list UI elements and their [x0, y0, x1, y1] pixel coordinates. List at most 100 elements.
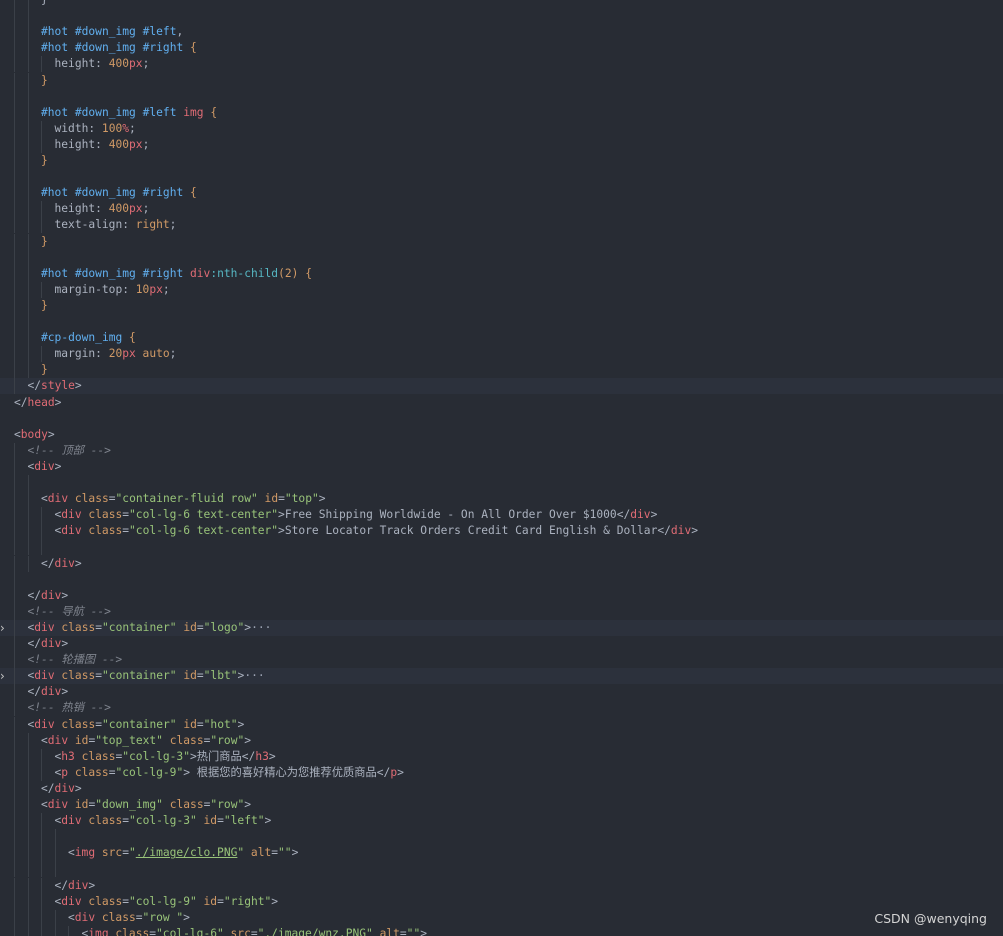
code-line[interactable]: <div class="col-lg-6 text-center">Free S… — [0, 507, 1003, 524]
code-line[interactable] — [0, 829, 1003, 846]
code-token: </ — [41, 556, 55, 570]
code-line[interactable] — [0, 411, 1003, 427]
code-line[interactable]: <div> — [0, 458, 1003, 475]
code-token: { — [122, 331, 136, 345]
indent-guide — [14, 668, 28, 685]
code-line[interactable]: } — [0, 233, 1003, 250]
code-token: margin — [54, 347, 96, 361]
code-token: { — [183, 41, 197, 55]
folded-ellipsis[interactable]: ··· — [244, 669, 264, 682]
indent-guide — [27, 909, 42, 926]
code-line[interactable] — [0, 475, 1003, 491]
code-line[interactable]: #hot #down_img #right div:nth-child(2) { — [0, 265, 1003, 282]
code-line[interactable]: <div class="container" id="hot"> — [0, 716, 1003, 733]
code-line[interactable]: <!-- 轮播图 --> — [0, 652, 1003, 669]
code-line[interactable] — [0, 571, 1003, 588]
code-line[interactable] — [0, 861, 1003, 878]
code-line[interactable]: <img class="col-lg-6" src="./image/wnz.P… — [0, 925, 1003, 936]
code-line[interactable]: #hot #down_img #left img { — [0, 104, 1003, 121]
indent-guide — [27, 40, 42, 57]
code-editor[interactable]: }#hot #down_img #left,#hot #down_img #ri… — [0, 0, 1003, 936]
code-token: { — [298, 266, 312, 280]
code-token: div — [41, 588, 62, 602]
indent-guide — [41, 346, 55, 363]
code-line[interactable]: </style> — [0, 378, 1003, 395]
fold-chevron-icon[interactable]: › — [0, 620, 8, 636]
code-line[interactable]: <div class="col-lg-3" id="left"> — [0, 813, 1003, 830]
code-line[interactable] — [0, 249, 1003, 266]
code-token: } — [41, 73, 48, 87]
indent-guide — [27, 829, 42, 846]
code-line[interactable]: </div> — [0, 636, 1003, 652]
code-line[interactable]: } — [0, 297, 1003, 314]
code-line[interactable]: <div id="down_img" class="row"> — [0, 797, 1003, 813]
code-token: class — [81, 894, 123, 908]
indent-guide — [27, 169, 42, 186]
code-line[interactable] — [0, 88, 1003, 105]
indent-guide — [41, 748, 55, 765]
code-line[interactable]: <img src="./image/clo.PNG" alt=""> — [0, 845, 1003, 862]
code-line[interactable]: } — [0, 153, 1003, 169]
code-token: 根据您的喜好精心为您推荐优质商品 — [190, 765, 377, 779]
code-line[interactable]: } — [0, 0, 1003, 8]
indent-guide — [27, 217, 42, 234]
code-line[interactable]: margin-top: 10px; — [0, 281, 1003, 298]
code-line[interactable] — [0, 8, 1003, 25]
code-line[interactable]: width: 100%; — [0, 120, 1003, 137]
code-line[interactable]: <p class="col-lg-9"> 根据您的喜好精心为您推荐优质商品</p… — [0, 764, 1003, 781]
code-line[interactable] — [0, 169, 1003, 186]
indent-guide — [41, 925, 55, 936]
indent-guide — [14, 120, 28, 137]
code-line[interactable]: </div> — [0, 877, 1003, 894]
code-token: div — [54, 556, 75, 570]
code-line[interactable]: height: 400px; — [0, 56, 1003, 73]
code-line[interactable]: <div class="col-lg-6 text-center">Store … — [0, 523, 1003, 540]
fold-chevron-icon[interactable]: › — [0, 668, 8, 684]
code-token: "container-fluid row" — [115, 492, 258, 506]
code-token: div — [74, 910, 96, 924]
code-line[interactable] — [0, 539, 1003, 556]
code-token: </ — [657, 524, 671, 538]
code-line[interactable]: margin: 20px auto; — [0, 346, 1003, 363]
code-line[interactable]: </div> — [0, 780, 1003, 797]
indent-guide — [27, 201, 42, 218]
code-line[interactable] — [0, 314, 1003, 330]
code-line[interactable]: <div class="container-fluid row" id="top… — [0, 491, 1003, 508]
code-line[interactable]: #hot #down_img #right { — [0, 185, 1003, 202]
code-token: height — [54, 57, 96, 71]
code-line[interactable]: </head> — [0, 395, 1003, 411]
code-line[interactable]: <div class="row "> — [0, 909, 1003, 926]
code-line[interactable]: text-align: right; — [0, 217, 1003, 234]
code-token: div — [34, 717, 55, 731]
code-line[interactable]: } — [0, 72, 1003, 89]
code-token: } — [41, 363, 48, 377]
indent-guide — [14, 185, 28, 202]
code-line[interactable]: </div> — [0, 555, 1003, 572]
code-line[interactable]: </div> — [0, 587, 1003, 604]
code-line[interactable]: height: 400px; — [0, 201, 1003, 218]
code-token: = — [399, 926, 407, 936]
indent-guide — [68, 925, 82, 936]
folded-ellipsis[interactable]: ··· — [251, 621, 271, 634]
code-line[interactable]: <!-- 顶部 --> — [0, 442, 1003, 459]
code-line[interactable]: › <div class="container" id="lbt">··· — [0, 668, 1003, 685]
code-token: ./image/clo.PNG — [135, 846, 238, 860]
indent-guide — [14, 491, 28, 508]
code-line[interactable]: #hot #down_img #left, — [0, 24, 1003, 41]
code-line[interactable]: </div> — [0, 684, 1003, 701]
code-line[interactable]: › <div class="container" id="logo">··· — [0, 619, 1003, 636]
code-line[interactable]: #cp-down_img { — [0, 330, 1003, 347]
code-token: = — [95, 669, 103, 683]
code-token: > — [397, 765, 404, 779]
code-line[interactable]: #hot #down_img #right { — [0, 40, 1003, 57]
indent-guide — [41, 764, 55, 781]
code-line[interactable]: <!-- 热销 --> — [0, 700, 1003, 717]
code-line[interactable]: height: 400px; — [0, 136, 1003, 153]
code-line[interactable]: <!-- 导航 --> — [0, 603, 1003, 620]
code-token: : — [95, 202, 109, 216]
code-line[interactable]: } — [0, 362, 1003, 379]
code-line[interactable]: <div class="col-lg-9" id="right"> — [0, 893, 1003, 910]
code-line[interactable]: <h3 class="col-lg-3">热门商品</h3> — [0, 748, 1003, 765]
code-line[interactable]: <body> — [0, 427, 1003, 443]
code-line[interactable]: <div id="top_text" class="row"> — [0, 732, 1003, 749]
